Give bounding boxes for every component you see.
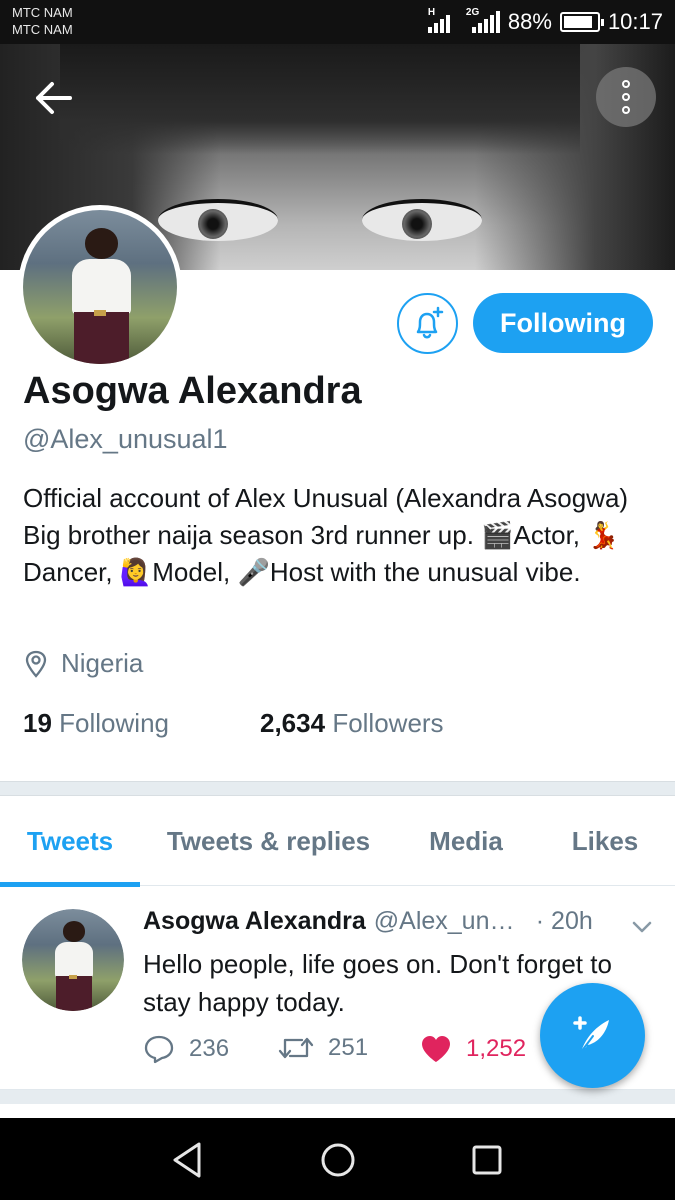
- circle-home-icon: [321, 1143, 355, 1177]
- signal-2-icon: 2G: [466, 7, 500, 33]
- triangle-back-icon: [173, 1142, 201, 1178]
- reply-count: 236: [189, 1035, 230, 1062]
- tweet-time: · 20h: [535, 907, 593, 935]
- location-pin-icon: [25, 650, 47, 678]
- carrier-labels: MTC NAM MTC NAM: [12, 4, 73, 38]
- tweet-header: Asogwa Alexandra @Alex_unusual1 · 20h: [143, 907, 653, 936]
- section-divider: [0, 781, 675, 796]
- chevron-down-icon[interactable]: [630, 919, 654, 935]
- clock: 10:17: [607, 9, 663, 34]
- banner-bangs: [60, 44, 580, 154]
- reply-button[interactable]: 236: [143, 1034, 229, 1064]
- following-label: Following: [59, 708, 169, 738]
- carrier-1: MTC NAM: [12, 5, 73, 20]
- location-text: Nigeria: [61, 648, 144, 678]
- compose-tweet-icon: [572, 1015, 609, 1053]
- more-vertical-icon: [622, 80, 630, 88]
- tweet-author-name: Asogwa Alexandra: [143, 907, 366, 935]
- carrier-2: MTC NAM: [12, 22, 73, 37]
- retweet-count: 251: [328, 1034, 369, 1061]
- profile-avatar[interactable]: [18, 205, 182, 369]
- tweet-author-handle: @Alex_unusual1: [373, 907, 522, 935]
- arrow-left-icon: [36, 82, 72, 114]
- profile-handle: @Alex_unusual1: [23, 424, 228, 454]
- tweet-avatar[interactable]: [22, 909, 124, 1011]
- tab-media[interactable]: Media: [397, 796, 535, 886]
- avatar-photo: [23, 210, 177, 364]
- nav-home-button[interactable]: [316, 1138, 360, 1182]
- tweet-avatar-photo: [22, 909, 124, 1011]
- profile-tabs: Tweets Tweets & replies Media Likes: [0, 796, 675, 887]
- more-options-button[interactable]: [596, 67, 656, 127]
- square-recents-icon: [472, 1145, 502, 1175]
- battery-icon: [559, 12, 604, 32]
- like-button[interactable]: 1,252: [420, 1034, 526, 1064]
- following-stat[interactable]: 19 Following: [23, 708, 169, 739]
- profile-location: Nigeria: [23, 648, 143, 679]
- signal-1-icon: H: [427, 7, 450, 33]
- battery-percent: 88%: [507, 9, 552, 34]
- retweet-icon: [278, 1037, 314, 1059]
- signal-1-type: H: [427, 7, 436, 18]
- banner-eye-left: [158, 199, 278, 241]
- tab-tweets-replies[interactable]: Tweets & replies: [140, 796, 397, 886]
- heart-icon: [422, 1036, 450, 1062]
- followers-stat[interactable]: 2,634 Followers: [260, 708, 444, 739]
- following-count: 19: [23, 708, 52, 738]
- android-nav-bar: [0, 1118, 675, 1200]
- notifications-button[interactable]: [397, 293, 458, 354]
- status-indicators: H 2G 88% 10:17: [427, 0, 663, 44]
- followers-label: Followers: [332, 708, 444, 738]
- battery-fill: [563, 16, 593, 28]
- like-count: 1,252: [466, 1035, 527, 1062]
- signal-2-type: 2G: [465, 7, 480, 18]
- tab-tweets[interactable]: Tweets: [0, 796, 140, 887]
- feed-divider: [0, 1090, 675, 1104]
- reply-icon: [144, 1035, 174, 1064]
- retweet-button[interactable]: 251: [278, 1034, 368, 1062]
- profile-name: Asogwa Alexandra: [23, 370, 362, 412]
- nav-recents-button[interactable]: [465, 1138, 509, 1182]
- following-button[interactable]: Following: [473, 293, 653, 353]
- banner-eye-right: [362, 199, 482, 241]
- tab-likes[interactable]: Likes: [535, 796, 675, 886]
- back-button[interactable]: [32, 78, 76, 118]
- bell-plus-icon: [416, 306, 443, 338]
- followers-count: 2,634: [260, 708, 326, 738]
- profile-bio: Official account of Alex Unusual (Alexan…: [23, 483, 629, 587]
- nav-back-button[interactable]: [165, 1138, 209, 1182]
- next-tweet-edge: [0, 1104, 675, 1118]
- status-bar: MTC NAM MTC NAM H 2G 88% 10:17: [0, 0, 675, 44]
- compose-tweet-button[interactable]: [540, 983, 645, 1088]
